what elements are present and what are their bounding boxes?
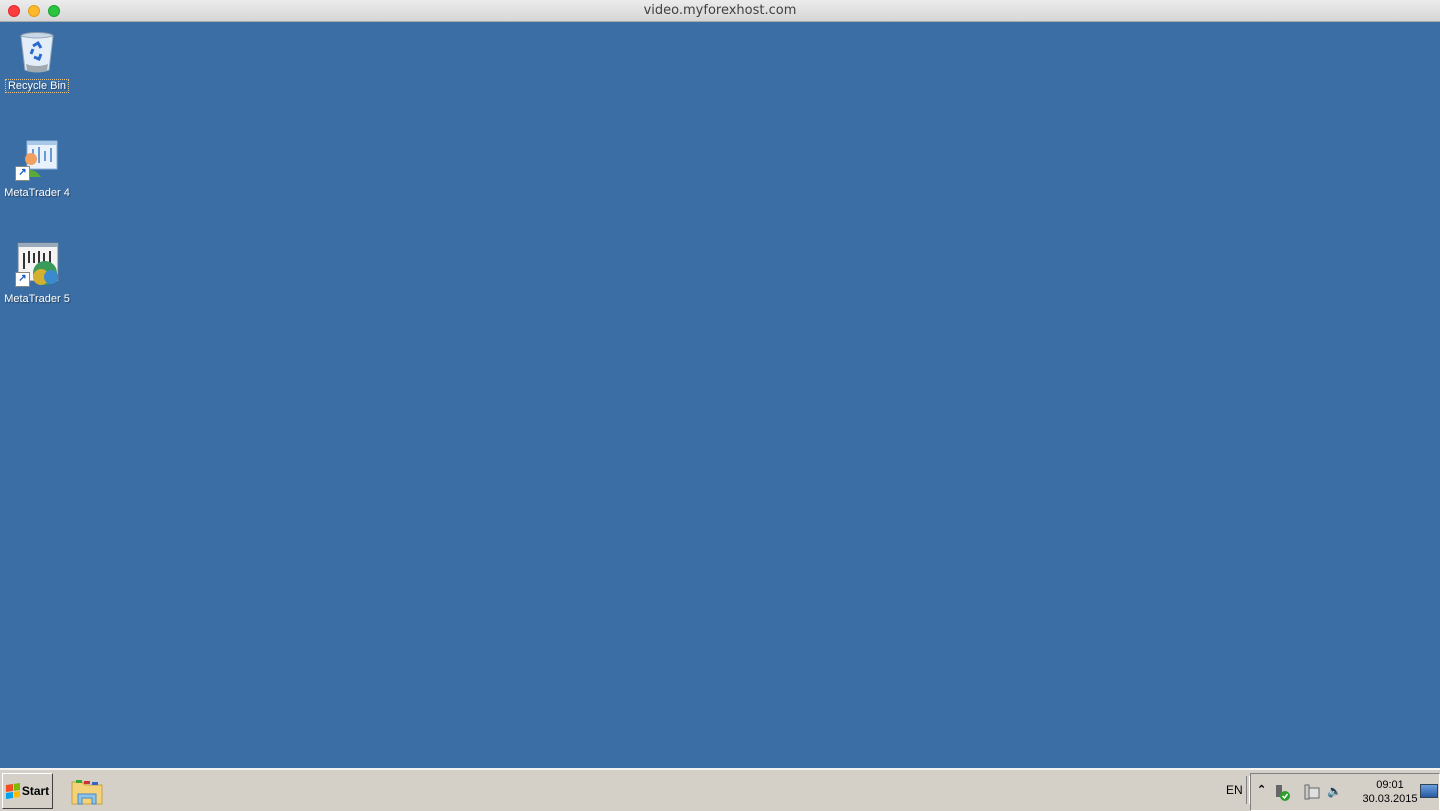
metatrader4-icon: ↗: [13, 135, 61, 183]
recycle-bin-icon: [13, 28, 61, 76]
window-title: video.myforexhost.com: [643, 3, 797, 18]
start-button[interactable]: Start: [2, 773, 53, 809]
desktop-icon-label: MetaTrader 5: [4, 293, 70, 305]
start-label: Start: [21, 784, 50, 798]
desktop-icon-label: MetaTrader 4: [4, 187, 70, 199]
taskbar: Start EN ⌃ 🔈 09:01 30.03.2015: [0, 768, 1440, 811]
window-titlebar: video.myforexhost.com: [0, 0, 1440, 22]
desktop-icon-recycle-bin[interactable]: Recycle Bin: [0, 28, 74, 94]
metatrader5-icon: ↗: [13, 241, 61, 289]
safely-remove-hardware-icon[interactable]: [1273, 784, 1291, 805]
desktop-icon-metatrader-5[interactable]: ↗ MetaTrader 5: [0, 241, 74, 307]
show-desktop-icon[interactable]: [1420, 784, 1438, 798]
shortcut-arrow-icon: ↗: [15, 166, 30, 181]
shortcut-arrow-icon: ↗: [15, 272, 30, 287]
notification-area: ⌃ 🔈 09:01 30.03.2015: [1250, 773, 1440, 811]
clock[interactable]: 09:01 30.03.2015: [1355, 778, 1425, 806]
desktop: Recycle Bin ↗ MetaTrader 4 ↗ MetaTrader …: [0, 22, 1440, 768]
language-indicator[interactable]: EN: [1226, 783, 1243, 797]
taskbar-explorer-button[interactable]: [70, 776, 104, 806]
folder-explorer-icon: [71, 780, 103, 805]
volume-icon[interactable]: 🔈: [1327, 784, 1342, 798]
network-icon[interactable]: [1303, 784, 1321, 805]
show-hidden-icons-chevron-icon[interactable]: ⌃: [1257, 783, 1266, 796]
desktop-icon-label: Recycle Bin: [4, 79, 70, 93]
clock-date: 30.03.2015: [1362, 793, 1418, 805]
windows-logo-icon: [5, 783, 20, 799]
clock-time: 09:01: [1376, 779, 1404, 791]
desktop-icon-metatrader-4[interactable]: ↗ MetaTrader 4: [0, 135, 74, 201]
